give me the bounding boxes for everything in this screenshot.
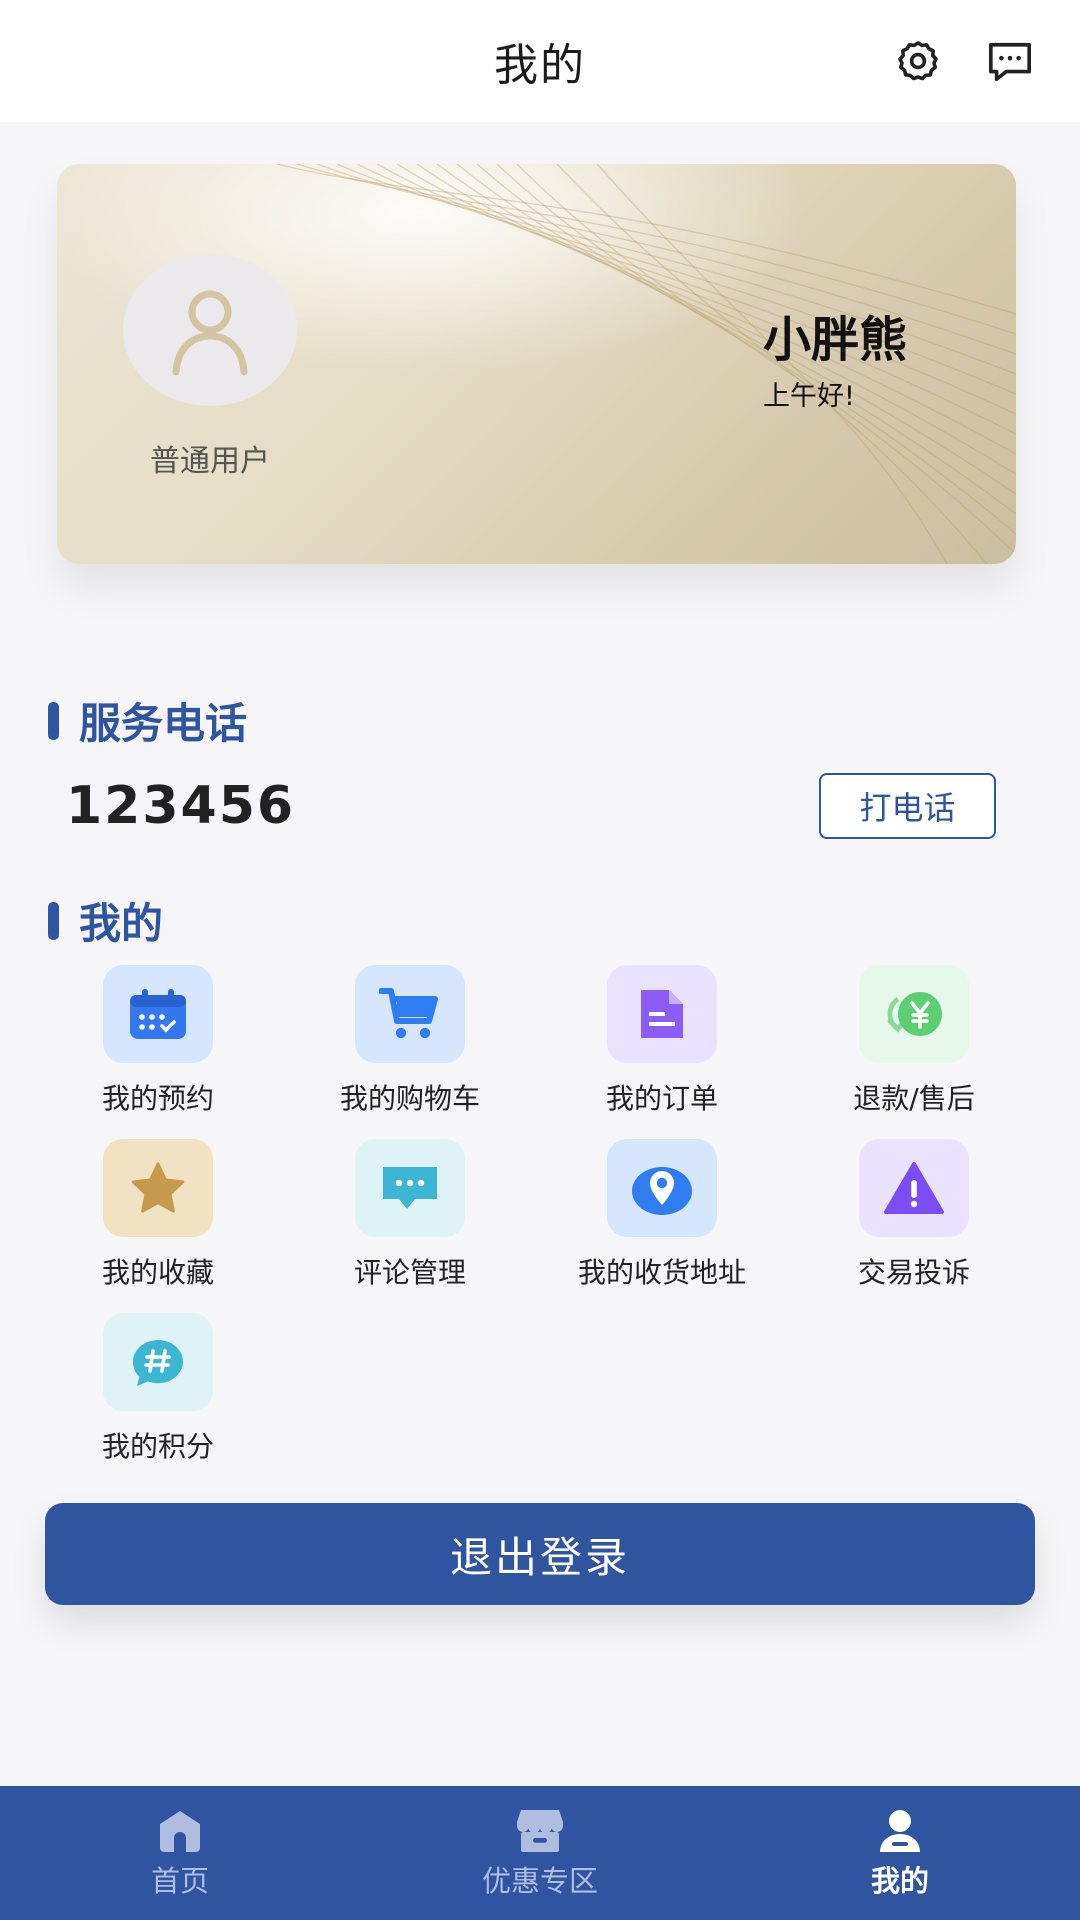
profile-card[interactable]: 普通用户 小胖熊 上午好! — [57, 164, 1016, 564]
menu-item-complaints[interactable]: 交易投诉 — [788, 1139, 1040, 1291]
comment-icon — [355, 1139, 465, 1237]
menu-item-label: 我的预约 — [101, 1082, 214, 1115]
top-bar: 我的 — [0, 0, 1080, 122]
call-button[interactable]: 打电话 — [819, 773, 996, 839]
document-icon — [607, 965, 717, 1063]
profile-page: 我的 普通用户 小胖熊 上午好! 服务电话 123456 打电话 我的 我的预约… — [0, 0, 1080, 1920]
refund-yen-icon — [859, 965, 969, 1063]
service-phone-section-title: 服务电话 — [48, 690, 247, 751]
menu-item-orders[interactable]: 我的订单 — [536, 965, 788, 1117]
gear-icon[interactable] — [890, 34, 946, 90]
menu-item-label: 我的购物车 — [339, 1082, 480, 1115]
section-title-label: 服务电话 — [79, 699, 248, 748]
calendar-icon — [103, 965, 213, 1063]
nav-item-promotions[interactable]: 优惠专区 — [360, 1786, 720, 1920]
menu-item-refund[interactable]: 退款/售后 — [788, 965, 1040, 1117]
menu-item-label: 交易投诉 — [857, 1256, 970, 1289]
warning-icon — [859, 1139, 969, 1237]
person-icon — [880, 1810, 920, 1852]
mine-menu-grid: 我的预约 我的购物车 我的订单 退款/售后 我的收藏 评论管理 我的收货地址 交… — [32, 965, 1048, 1465]
page-title: 我的 — [494, 40, 586, 91]
bottom-navigation: 首页 优惠专区 我的 — [0, 1786, 1080, 1920]
menu-item-label: 退款/售后 — [853, 1082, 975, 1115]
menu-item-favorites[interactable]: 我的收藏 — [32, 1139, 284, 1291]
star-icon — [103, 1139, 213, 1237]
section-accent-bar — [48, 901, 59, 940]
store-icon — [517, 1810, 563, 1852]
nav-item-mine[interactable]: 我的 — [720, 1786, 1080, 1920]
menu-item-points[interactable]: 我的积分 — [32, 1313, 284, 1465]
menu-item-address[interactable]: 我的收货地址 — [536, 1139, 788, 1291]
menu-item-label: 我的收货地址 — [577, 1256, 746, 1289]
menu-item-label: 我的积分 — [101, 1430, 214, 1463]
menu-item-comments[interactable]: 评论管理 — [284, 1139, 536, 1291]
logout-button[interactable]: 退出登录 — [45, 1503, 1035, 1605]
service-phone-number: 123456 — [66, 776, 296, 836]
user-level-label: 普通用户 — [150, 444, 270, 479]
nav-item-home[interactable]: 首页 — [0, 1786, 360, 1920]
user-name: 小胖熊 — [763, 312, 908, 368]
menu-item-label: 评论管理 — [353, 1256, 466, 1289]
menu-item-cart[interactable]: 我的购物车 — [284, 965, 536, 1117]
menu-item-label: 我的收藏 — [101, 1256, 214, 1289]
section-title-label: 我的 — [79, 899, 164, 948]
avatar[interactable] — [123, 254, 297, 406]
greeting-text: 上午好! — [763, 381, 855, 412]
home-icon — [160, 1811, 200, 1852]
location-pin-icon — [607, 1139, 717, 1237]
chat-bubble-icon[interactable] — [982, 34, 1038, 90]
shopping-cart-icon — [355, 965, 465, 1063]
nav-item-label: 优惠专区 — [481, 1864, 598, 1898]
menu-item-label: 我的订单 — [605, 1082, 718, 1115]
menu-item-appointments[interactable]: 我的预约 — [32, 965, 284, 1117]
mine-section-title: 我的 — [48, 890, 163, 951]
section-accent-bar — [48, 701, 59, 740]
hashtag-bubble-icon — [103, 1313, 213, 1411]
nav-item-label: 我的 — [870, 1864, 929, 1898]
user-silhouette-icon — [172, 290, 248, 376]
nav-item-label: 首页 — [150, 1864, 209, 1898]
